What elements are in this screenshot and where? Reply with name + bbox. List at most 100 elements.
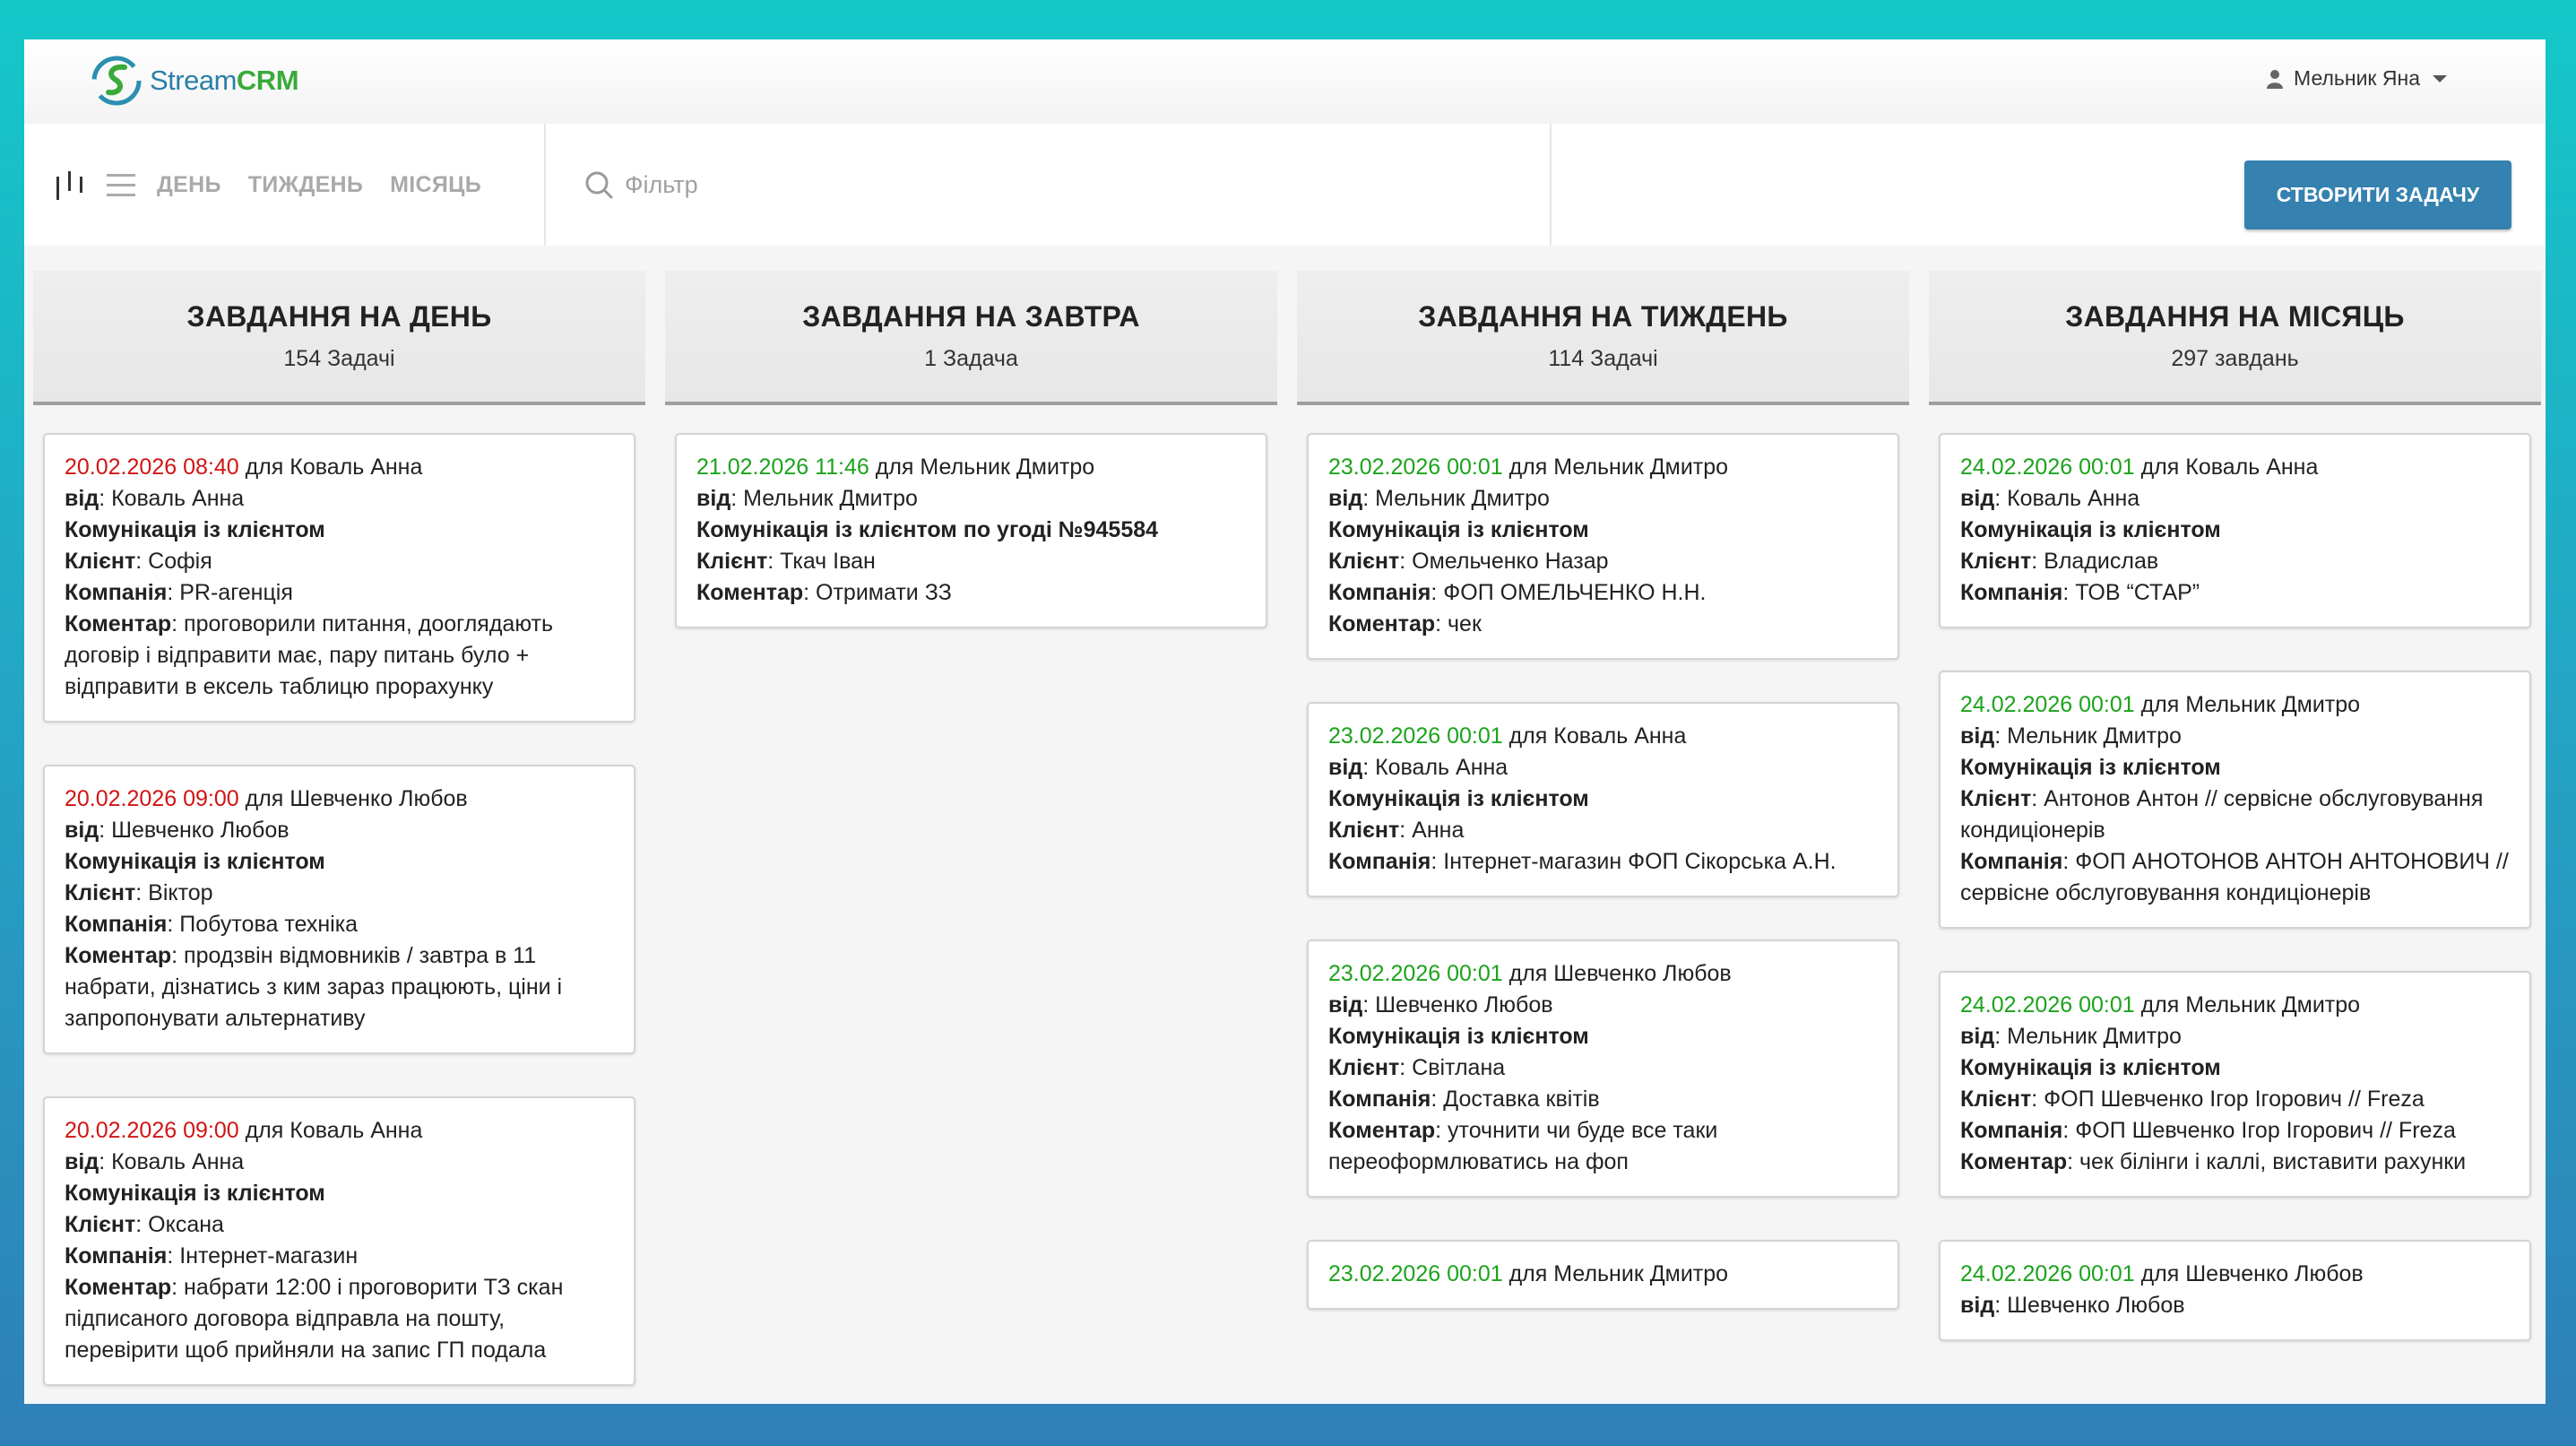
company-line: Компанія: ФОП Шевченко Ігор Ігорович // … [1960, 1118, 2456, 1143]
author-line: від: Коваль Анна [65, 1149, 245, 1174]
comment-label: Коментар [65, 611, 172, 636]
author-line: від: Шевченко Любов [65, 818, 290, 843]
task-card[interactable]: 23.02.2026 00:01 для Шевченко Любов від: … [1307, 939, 1899, 1198]
column-count: 154 Задачі [283, 346, 395, 371]
for-label: для [245, 455, 284, 480]
company-label: Компанія [65, 580, 168, 605]
client-label: Клієнт [1328, 549, 1400, 574]
client-value: Софія [148, 549, 212, 574]
client-label: Клієнт [65, 880, 136, 905]
column-title: ЗАВДАННЯ НА ЗАВТРА [802, 300, 1140, 333]
assignee-name: Коваль Анна [2185, 455, 2319, 480]
author-value: Мельник Дмитро [743, 486, 918, 511]
period-week[interactable]: ТИЖДЕНЬ [248, 172, 363, 198]
client-value: Ткач Іван [780, 549, 876, 574]
period-day[interactable]: ДЕНЬ [157, 172, 221, 198]
client-label: Клієнт [1960, 786, 2032, 811]
task-subject: Комунікація із клієнтом [1960, 1055, 2221, 1080]
assignee-name: Коваль Анна [290, 455, 423, 480]
author-line: від: Коваль Анна [1960, 486, 2140, 511]
card-list: 20.02.2026 08:40 для Коваль Анна від: Ков… [33, 405, 645, 1386]
client-value: Анна [1412, 818, 1465, 843]
for-label: для [1508, 1261, 1548, 1286]
task-date: 23.02.2026 00:01 [1328, 723, 1503, 749]
client-line: Клієнт: Софія [65, 549, 212, 574]
column-count: 1 Задача [924, 346, 1018, 371]
author-label: від [1960, 723, 1995, 749]
author-label: від [65, 1149, 99, 1174]
task-card[interactable]: 20.02.2026 08:40 для Коваль Анна від: Ков… [43, 433, 635, 723]
task-date: 24.02.2026 00:01 [1960, 1261, 2135, 1286]
column-count: 297 завдань [2171, 346, 2299, 371]
card-header-line: 23.02.2026 00:01 для Коваль Анна [1328, 721, 1878, 752]
app-window: StreamCRM Мельник Яна ДЕНЬ ТИЖДЕНЬ МІСЯЦ… [24, 39, 2546, 1404]
client-label: Клієнт [1960, 549, 2032, 574]
client-line: Клієнт: Омельченко Назар [1328, 549, 1609, 574]
task-date: 21.02.2026 11:46 [696, 455, 869, 480]
task-subject: Комунікація із клієнтом [1960, 517, 2221, 542]
task-subject: Комунікація із клієнтом [1328, 786, 1589, 811]
task-card[interactable]: 21.02.2026 11:46 для Мельник Дмитро від: … [675, 433, 1267, 628]
comment-line: Коментар: набрати 12:00 і проговорити ТЗ… [65, 1275, 564, 1363]
company-value: Доставка квітів [1443, 1087, 1600, 1112]
author-line: від: Мельник Дмитро [1328, 486, 1550, 511]
company-value: Інтернет-магазин ФОП Сікорська А.Н. [1443, 849, 1837, 874]
task-date: 20.02.2026 09:00 [65, 1118, 239, 1143]
column-header: ЗАВДАННЯ НА МІСЯЦЬ 297 завдань [1929, 271, 2541, 405]
assignee-name: Мельник Дмитро [2185, 692, 2361, 717]
filter-input[interactable] [625, 170, 1431, 199]
client-line: Клієнт: Антонов Антон // сервісне обслуг… [1960, 786, 2484, 843]
author-label: від [1328, 992, 1363, 1017]
period-month[interactable]: МІСЯЦЬ [390, 172, 481, 198]
client-line: Клієнт: Віктор [65, 880, 213, 905]
comment-label: Коментар [1328, 611, 1436, 636]
task-card[interactable]: 23.02.2026 00:01 для Коваль Анна від: Ков… [1307, 702, 1899, 897]
company-label: Компанія [65, 912, 168, 937]
company-line: Компанія: ФОП АНОТОНОВ АНТОН АНТОНОВИЧ /… [1960, 849, 2509, 905]
assignee-name: Мельник Дмитро [2185, 992, 2361, 1017]
company-line: Компанія: PR-агенція [65, 580, 293, 605]
company-line: Компанія: ТОВ “СТАР” [1960, 580, 2200, 605]
task-subject: Комунікація із клієнтом [65, 517, 325, 542]
comment-label: Коментар [696, 580, 804, 605]
for-label: для [2140, 692, 2180, 717]
client-value: Владислав [2044, 549, 2159, 574]
card-header-line: 24.02.2026 00:01 для Шевченко Любов [1960, 1259, 2510, 1290]
client-label: Клієнт [1328, 818, 1400, 843]
create-task-button[interactable]: СТВОРИТИ ЗАДАЧУ [2244, 160, 2511, 229]
assignee-name: Мельник Дмитро [1553, 455, 1729, 480]
comment-label: Коментар [1328, 1118, 1436, 1143]
company-value: ФОП ОМЕЛЬЧЕНКО Н.Н. [1443, 580, 1707, 605]
comment-line: Коментар: чек [1328, 611, 1482, 636]
company-label: Компанія [1960, 849, 2063, 874]
author-line: від: Шевченко Любов [1960, 1293, 2185, 1318]
card-header-line: 23.02.2026 00:01 для Мельник Дмитро [1328, 1259, 1878, 1290]
task-card[interactable]: 20.02.2026 09:00 для Коваль Анна від: Ков… [43, 1096, 635, 1386]
assignee-name: Шевченко Любов [290, 786, 468, 811]
app-logo[interactable]: StreamCRM [91, 53, 299, 108]
list-view-icon[interactable] [105, 169, 137, 200]
client-value: Віктор [148, 880, 213, 905]
task-card[interactable]: 24.02.2026 00:01 для Мельник Дмитро від: … [1939, 971, 2531, 1198]
author-value: Шевченко Любов [1375, 992, 1553, 1017]
card-header-line: 20.02.2026 09:00 для Шевченко Любов [65, 784, 614, 815]
task-card[interactable]: 24.02.2026 00:01 для Шевченко Любов від: … [1939, 1240, 2531, 1341]
task-card[interactable]: 23.02.2026 00:01 для Мельник Дмитро від: … [1307, 433, 1899, 660]
task-date: 23.02.2026 00:01 [1328, 1261, 1503, 1286]
company-value: ФОП Шевченко Ігор Ігорович // Freza [2075, 1118, 2456, 1143]
client-label: Клієнт [1328, 1055, 1400, 1080]
kanban-view-icon[interactable] [55, 169, 85, 200]
card-list: 24.02.2026 00:01 для Коваль Анна від: Ков… [1929, 405, 2541, 1341]
column-title: ЗАВДАННЯ НА ДЕНЬ [186, 300, 492, 333]
client-value: Омельченко Назар [1412, 549, 1609, 574]
user-icon [2267, 69, 2284, 89]
card-header-line: 23.02.2026 00:01 для Мельник Дмитро [1328, 452, 1878, 483]
task-card[interactable]: 24.02.2026 00:01 для Мельник Дмитро від: … [1939, 671, 2531, 929]
task-card[interactable]: 24.02.2026 00:01 для Коваль Анна від: Ков… [1939, 433, 2531, 628]
assignee-name: Мельник Дмитро [1553, 1261, 1729, 1286]
task-card[interactable]: 20.02.2026 09:00 для Шевченко Любов від: … [43, 765, 635, 1054]
task-card[interactable]: 23.02.2026 00:01 для Мельник Дмитро [1307, 1240, 1899, 1310]
company-value: PR-агенція [179, 580, 293, 605]
column-header: ЗАВДАННЯ НА ДЕНЬ 154 Задачі [33, 271, 645, 405]
user-menu[interactable]: Мельник Яна [2267, 66, 2447, 91]
